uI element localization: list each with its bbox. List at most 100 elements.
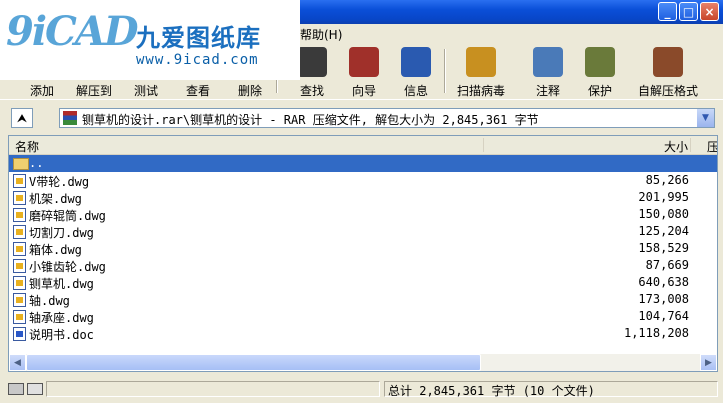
toolbar-button-virus-scan[interactable]: 扫描病毒 [455, 43, 507, 99]
file-size: 85,266 [645, 173, 689, 187]
file-row[interactable]: .. [9, 155, 717, 172]
dwg-file-icon [13, 276, 26, 290]
file-name: .. [29, 156, 44, 170]
rar-archive-icon [63, 111, 77, 125]
file-name: 轴.dwg [29, 294, 70, 308]
up-folder-button[interactable]: ⮝ [11, 108, 33, 128]
scroll-right-button[interactable]: ▶ [700, 354, 717, 371]
file-size: 150,080 [638, 207, 689, 221]
minimize-button[interactable]: _ [658, 2, 677, 21]
file-row[interactable]: 铡草机.dwg 640,638 [9, 274, 717, 291]
toolbar-label: 信息 [403, 84, 428, 98]
column-packed[interactable]: 压 [707, 138, 717, 155]
maximize-button[interactable]: □ [679, 2, 698, 21]
file-size: 87,669 [645, 258, 689, 272]
file-size: 640,638 [638, 275, 689, 289]
file-row[interactable]: 箱体.dwg 158,529 [9, 240, 717, 257]
toolbar-button-sfx[interactable]: 自解压格式 [630, 43, 706, 99]
toolbar-label: 解压到 [75, 84, 112, 98]
column-name[interactable]: 名称 [15, 138, 39, 155]
comment-icon [533, 47, 563, 77]
status-left-pane [46, 381, 380, 397]
file-row[interactable]: 切割刀.dwg 125,204 [9, 223, 717, 240]
dropdown-arrow-icon[interactable]: ▼ [697, 109, 714, 127]
file-row[interactable]: V带轮.dwg 85,266 [9, 172, 717, 189]
window-controls: _ □ × [658, 2, 719, 21]
logo-mark: 9iCAD [6, 8, 139, 55]
toolbar-button-wizard[interactable]: 向导 [338, 43, 390, 99]
watermark-logo: 9iCAD 九爱图纸库 www.9icad.com [0, 0, 300, 80]
file-size: 201,995 [638, 190, 689, 204]
drive-icon [8, 383, 24, 395]
file-name: 磨碎辊筒.dwg [29, 209, 106, 223]
toolbar-button-comment[interactable]: 注释 [522, 43, 574, 99]
close-button[interactable]: × [700, 2, 719, 21]
file-row[interactable]: 轴承座.dwg 104,764 [9, 308, 717, 325]
toolbar-label: 注释 [535, 84, 560, 98]
column-divider[interactable] [690, 138, 691, 152]
status-total: 总计 2,845,361 字节 (10 个文件) [388, 384, 595, 398]
toolbar-label: 查看 [185, 84, 210, 98]
toolbar-label: 保护 [587, 84, 612, 98]
parent-folder-icon [13, 158, 29, 170]
key-icon [27, 383, 43, 395]
logo-name: 九爱图纸库 [136, 24, 261, 52]
file-name: 小锥齿轮.dwg [29, 260, 106, 274]
virus-scan-icon [466, 47, 496, 77]
list-header: 名称 大小 压 [9, 136, 717, 155]
file-row[interactable]: 轴.dwg 173,008 [9, 291, 717, 308]
dwg-file-icon [13, 310, 26, 324]
file-row[interactable]: 小锥齿轮.dwg 87,669 [9, 257, 717, 274]
file-name: 切割刀.dwg [29, 226, 94, 240]
protect-icon [585, 47, 615, 77]
toolbar-label: 扫描病毒 [456, 84, 505, 98]
toolbar-label: 自解压格式 [637, 84, 698, 98]
file-name: 箱体.dwg [29, 243, 82, 257]
dwg-file-icon [13, 225, 26, 239]
status-right-pane: 总计 2,845,361 字节 (10 个文件) [384, 381, 718, 398]
dwg-file-icon [13, 242, 26, 256]
toolbar-label: 删除 [237, 84, 262, 98]
status-bar: 总计 2,845,361 字节 (10 个文件) [0, 378, 723, 400]
toolbar-button-protect[interactable]: 保护 [574, 43, 626, 99]
menu-help[interactable]: 帮助(H) [300, 26, 342, 43]
file-name: 说明书.doc [29, 328, 94, 342]
path-combobox[interactable]: 铡草机的设计.rar\铡草机的设计 - RAR 压缩文件, 解包大小为 2,84… [59, 108, 715, 128]
file-list: 名称 大小 压 .. V带轮.dwg 85,266 机架.dwg 201,995 磨碎辊筒… [8, 135, 718, 372]
file-row[interactable]: 说明书.doc 1,118,208 [9, 325, 717, 342]
file-name: 机架.dwg [29, 192, 82, 206]
file-size: 104,764 [638, 309, 689, 323]
column-divider[interactable] [483, 138, 484, 152]
file-name: V带轮.dwg [29, 175, 90, 189]
file-row[interactable]: 机架.dwg 201,995 [9, 189, 717, 206]
path-text: 铡草机的设计.rar\铡草机的设计 - RAR 压缩文件, 解包大小为 2,84… [82, 113, 539, 127]
toolbar-button-info[interactable]: 信息 [390, 43, 442, 99]
find-icon [297, 47, 327, 77]
horizontal-scrollbar[interactable]: ◀ ▶ [9, 354, 717, 371]
file-name: 铡草机.dwg [29, 277, 94, 291]
file-size: 1,118,208 [623, 326, 689, 340]
file-size: 173,008 [638, 292, 689, 306]
toolbar-separator [444, 49, 446, 93]
logo-url: www.9icad.com [136, 52, 259, 68]
sfx-icon [653, 47, 683, 77]
dwg-file-icon [13, 191, 26, 205]
word-document-icon [13, 327, 26, 341]
toolbar-label: 查找 [299, 84, 324, 98]
dwg-file-icon [13, 208, 26, 222]
wizard-icon [349, 47, 379, 77]
scrollbar-thumb[interactable] [26, 354, 481, 371]
dwg-file-icon [13, 259, 26, 273]
up-arrow-icon: ⮝ [16, 110, 28, 125]
file-name: 轴承座.dwg [29, 311, 94, 325]
info-icon [401, 47, 431, 77]
file-size: 125,204 [638, 224, 689, 238]
toolbar-label: 添加 [29, 84, 54, 98]
address-bar: ⮝ 铡草机的设计.rar\铡草机的设计 - RAR 压缩文件, 解包大小为 2,… [0, 104, 723, 131]
dwg-file-icon [13, 293, 26, 307]
column-size[interactable]: 大小 [664, 138, 688, 155]
scroll-left-button[interactable]: ◀ [9, 354, 26, 371]
toolbar-label: 向导 [351, 84, 376, 98]
status-icons [8, 383, 44, 395]
file-row[interactable]: 磨碎辊筒.dwg 150,080 [9, 206, 717, 223]
